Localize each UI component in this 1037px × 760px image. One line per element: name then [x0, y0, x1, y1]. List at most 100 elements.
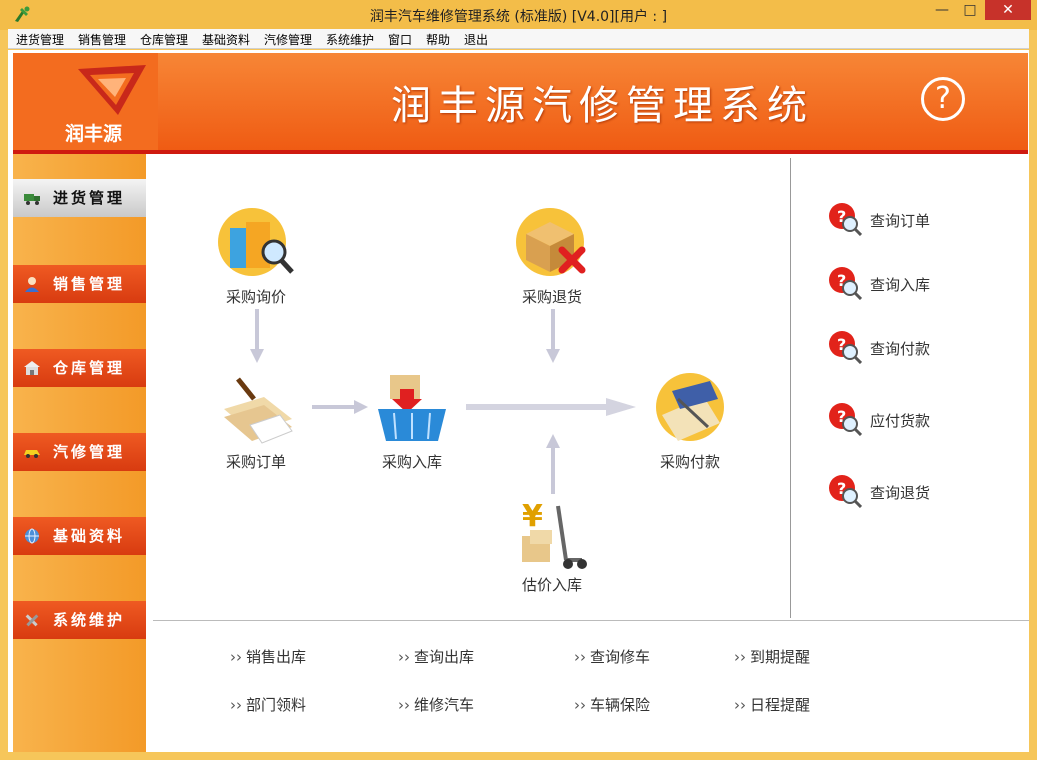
- link-label: 到期提醒: [750, 648, 811, 666]
- chevron-right-icon: ››: [230, 648, 242, 666]
- flow-label: 采购询价: [225, 288, 286, 306]
- arrow-right-receive: [466, 398, 636, 416]
- link-department-material[interactable]: ›› 部门领料: [230, 694, 306, 715]
- menu-bar: 进货管理 销售管理 仓库管理 基础资料 汽修管理 系统维护 窗口 帮助 退出: [8, 29, 1029, 49]
- flow-label: 采购入库: [381, 453, 442, 471]
- link-label: 日程提醒: [750, 696, 811, 714]
- banner-title: 润丰源汽修管理系统: [391, 83, 814, 129]
- flow-return[interactable]: 采购退货: [492, 204, 612, 307]
- main-frame: 润丰源 润丰源汽修管理系统 ? 进货管理 销售管理 仓库管理 汽修管理 基础资料…: [8, 50, 1029, 752]
- close-icon: ✕: [1002, 2, 1014, 18]
- svg-text:¥: ¥: [522, 499, 543, 534]
- query-label: 查询付款: [870, 340, 931, 358]
- order-papers-icon: [224, 377, 293, 444]
- arrow-down-inquiry: [250, 309, 264, 363]
- warehouse-icon: [24, 361, 40, 375]
- chevron-right-icon: ››: [398, 648, 410, 666]
- flow-inquiry[interactable]: 采购询价: [196, 204, 316, 307]
- query-label: 应付货款: [870, 412, 931, 430]
- flow-order[interactable]: 采购订单: [196, 369, 316, 472]
- chevron-right-icon: ››: [734, 696, 746, 714]
- maximize-button[interactable]: □: [958, 0, 982, 20]
- truck-icon: [24, 194, 40, 205]
- menu-system[interactable]: 系统维护: [326, 31, 374, 48]
- basket-icon: [378, 375, 446, 441]
- flow-label: 采购付款: [659, 453, 720, 471]
- nav-label: 销售管理: [53, 275, 126, 293]
- link-label: 车辆保险: [590, 696, 651, 714]
- arrow-up-estimate: [546, 434, 560, 494]
- nav-label: 进货管理: [53, 189, 126, 207]
- logo: 润丰源: [13, 53, 158, 153]
- nav-label: 系统维护: [53, 611, 126, 629]
- menu-help[interactable]: 帮助: [426, 31, 450, 48]
- menu-exit[interactable]: 退出: [464, 31, 488, 48]
- menu-sales[interactable]: 销售管理: [78, 31, 126, 48]
- query-label: 查询订单: [870, 212, 931, 230]
- hand-truck-yen-icon: ¥: [522, 499, 587, 569]
- link-label: 维修汽车: [414, 696, 475, 714]
- nav-repair[interactable]: 汽修管理: [13, 433, 146, 471]
- link-label: 部门领料: [246, 696, 307, 714]
- logo-emblem-icon: [78, 65, 146, 115]
- window-title: 润丰汽车维修管理系统 (标准版) [V4.0][用户 : ]: [369, 9, 668, 25]
- header-banner: 润丰源 润丰源汽修管理系统 ?: [13, 53, 1028, 153]
- flow-label: 采购退货: [521, 288, 582, 306]
- menu-window[interactable]: 窗口: [388, 31, 412, 48]
- title-bar: 润丰汽车维修管理系统 (标准版) [V4.0][用户 : ] — □ ✕: [0, 0, 1037, 30]
- flow-estimate[interactable]: ¥ 估价入库: [492, 492, 612, 595]
- nav-warehouse[interactable]: 仓库管理: [13, 349, 146, 387]
- chevron-right-icon: ››: [734, 648, 746, 666]
- query-label: 查询入库: [870, 276, 931, 294]
- box-cancel-icon: [516, 208, 586, 276]
- menu-repair[interactable]: 汽修管理: [264, 31, 312, 48]
- link-label: 查询出库: [414, 648, 475, 666]
- nav-purchase[interactable]: 进货管理: [13, 179, 146, 217]
- side-nav: 进货管理 销售管理 仓库管理 汽修管理 基础资料 系统维护: [13, 154, 146, 752]
- close-button[interactable]: ✕: [985, 0, 1031, 20]
- link-label: 销售出库: [246, 648, 307, 666]
- nav-system[interactable]: 系统维护: [13, 601, 146, 639]
- search-query-icon: ?: [829, 475, 862, 508]
- nav-sales[interactable]: 销售管理: [13, 265, 146, 303]
- globe-icon: [25, 528, 39, 544]
- chevron-right-icon: ››: [230, 696, 242, 714]
- flow-payment[interactable]: 采购付款: [630, 369, 750, 472]
- flow-label: 估价入库: [521, 576, 582, 594]
- maximize-icon: □: [963, 2, 977, 18]
- car-icon: [24, 450, 40, 458]
- link-query-outbound[interactable]: ›› 查询出库: [398, 646, 474, 667]
- nav-label: 仓库管理: [53, 359, 126, 377]
- menu-warehouse[interactable]: 仓库管理: [140, 31, 188, 48]
- link-repair-car[interactable]: ›› 维修汽车: [398, 694, 474, 715]
- search-query-icon: ?: [829, 331, 862, 364]
- link-sales-outbound[interactable]: ›› 销售出库: [230, 646, 306, 667]
- minimize-icon: —: [935, 2, 949, 18]
- menu-purchase[interactable]: 进货管理: [16, 31, 64, 48]
- nav-label: 基础资料: [53, 527, 126, 545]
- tools-icon: [25, 614, 39, 627]
- logo-text: 润丰源: [65, 123, 123, 145]
- link-expiry-reminder[interactable]: ›› 到期提醒: [734, 646, 810, 667]
- search-query-icon: ?: [829, 267, 862, 300]
- chevron-right-icon: ››: [574, 648, 586, 666]
- link-query-repair[interactable]: ›› 查询修车: [574, 646, 650, 667]
- link-vehicle-insurance[interactable]: ›› 车辆保险: [574, 694, 650, 715]
- nav-label: 汽修管理: [53, 443, 126, 461]
- minimize-button[interactable]: —: [930, 0, 954, 20]
- flow-receive[interactable]: 采购入库: [352, 369, 472, 472]
- help-icon[interactable]: ?: [921, 77, 965, 121]
- link-label: 查询修车: [590, 648, 651, 666]
- purchase-flow-area: 采购询价 采购退货 采购订单 采购入库 采购付款 ¥ 估价入库: [146, 154, 791, 619]
- menu-basic-data[interactable]: 基础资料: [202, 31, 250, 48]
- sales-person-icon: [25, 277, 39, 292]
- divider-vertical: [790, 158, 791, 618]
- flow-label: 采购订单: [225, 453, 286, 471]
- nav-basic-data[interactable]: 基础资料: [13, 517, 146, 555]
- shopping-bag-search-icon: [218, 208, 294, 276]
- search-query-icon: ?: [829, 203, 862, 236]
- search-query-icon: ?: [829, 403, 862, 436]
- link-schedule-reminder[interactable]: ›› 日程提醒: [734, 694, 810, 715]
- arrow-down-return: [546, 309, 560, 363]
- query-label: 查询退货: [870, 484, 931, 502]
